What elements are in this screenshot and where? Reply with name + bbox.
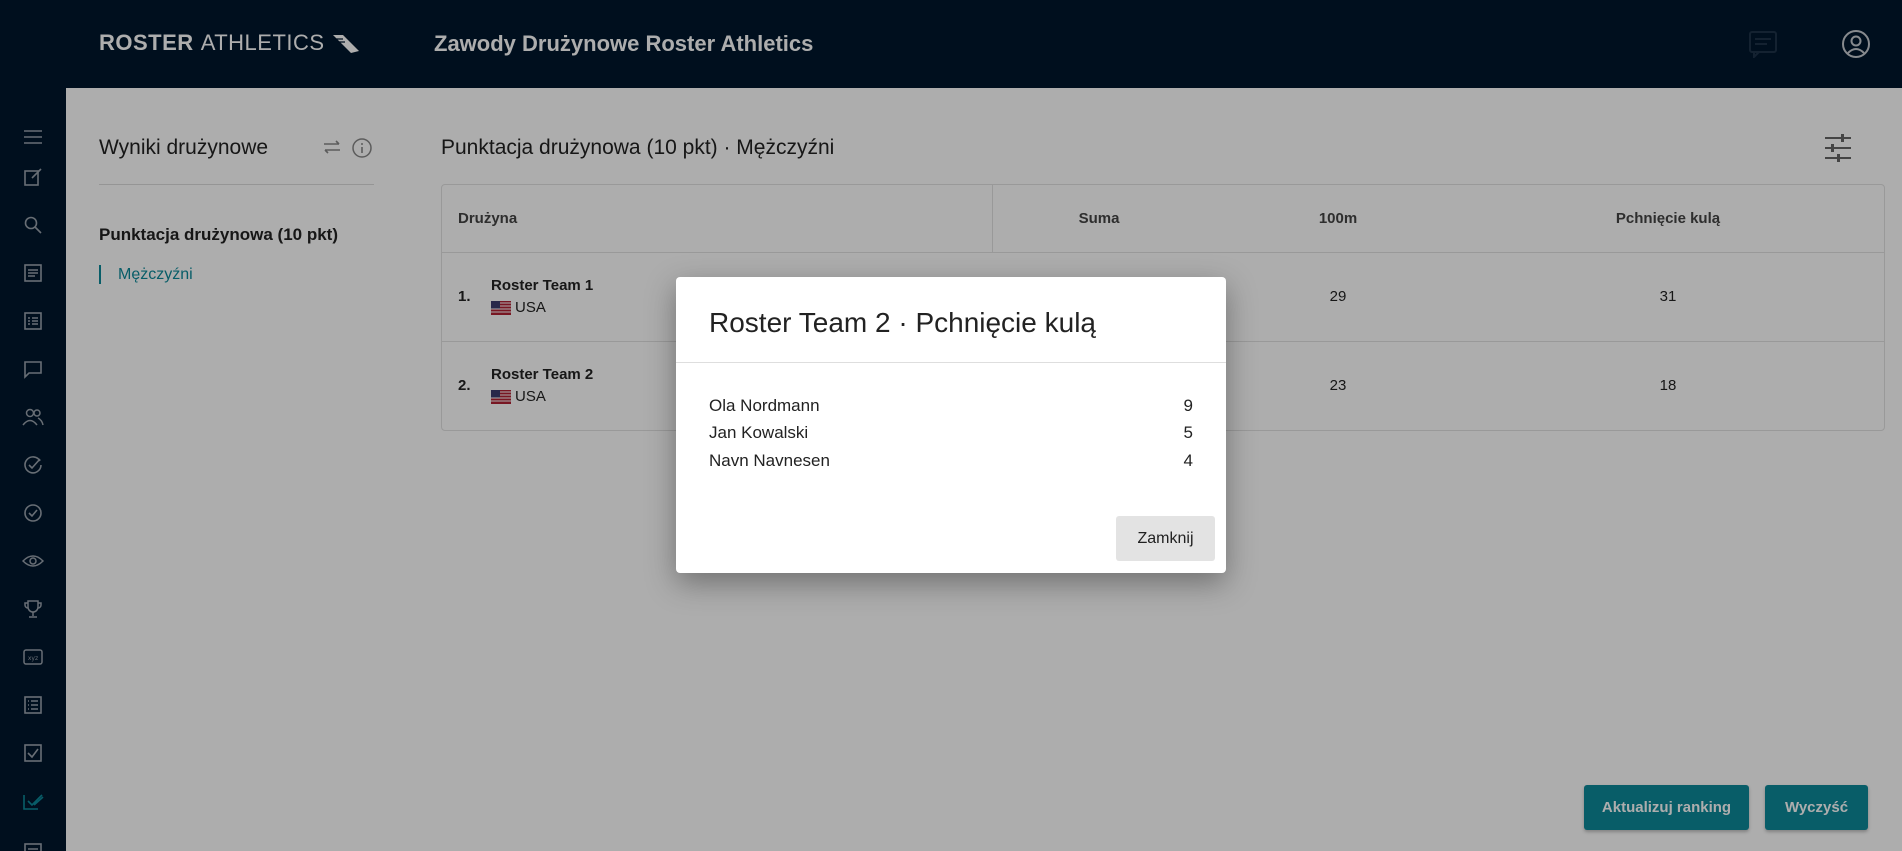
athlete-row: Navn Navnesen 4: [709, 451, 1193, 471]
team-event-dialog: Roster Team 2 · Pchnięcie kulą Ola Nordm…: [676, 277, 1226, 573]
close-button[interactable]: Zamknij: [1116, 516, 1215, 561]
athlete-row: Ola Nordmann 9: [709, 396, 1193, 416]
athlete-points: 5: [1183, 423, 1193, 442]
athlete-row: Jan Kowalski 5: [709, 423, 1193, 443]
athlete-points: 9: [1183, 396, 1193, 415]
dialog-divider: [676, 362, 1226, 363]
dialog-title: Roster Team 2 · Pchnięcie kulą: [709, 307, 1096, 338]
athlete-name: Jan Kowalski: [709, 423, 809, 442]
athlete-points: 4: [1183, 451, 1193, 470]
athlete-name: Ola Nordmann: [709, 396, 820, 415]
athlete-name: Navn Navnesen: [709, 451, 830, 470]
